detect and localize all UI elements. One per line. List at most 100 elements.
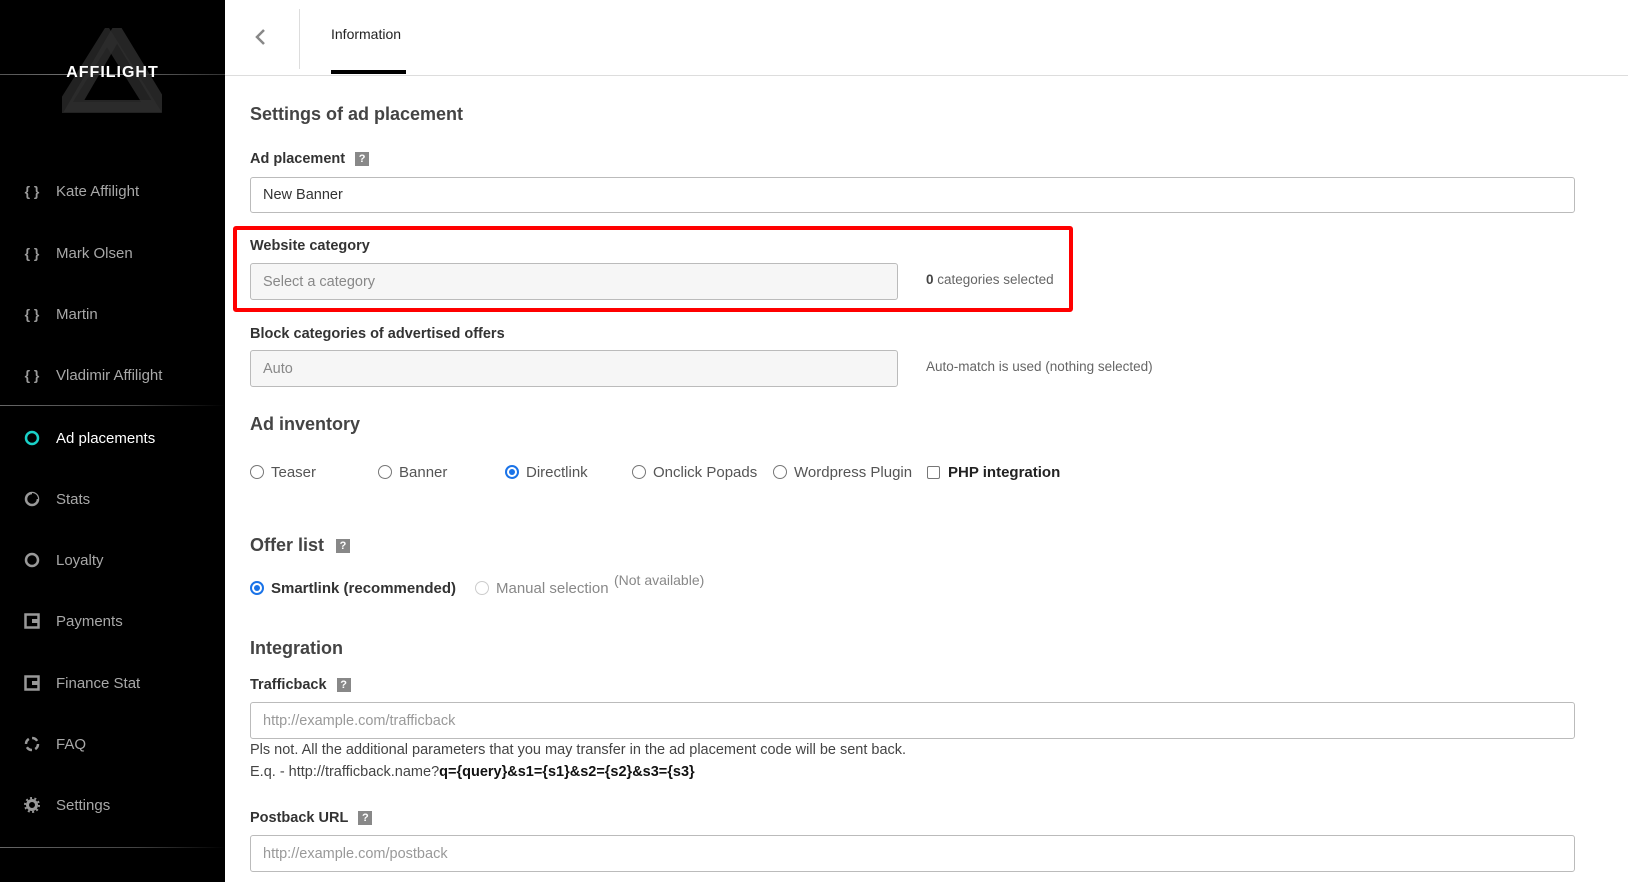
braces-icon: { } xyxy=(24,306,40,322)
block-categories-label: Block categories of advertised offers xyxy=(250,326,505,342)
gear-icon xyxy=(24,797,40,813)
sidebar-item-label: FAQ xyxy=(56,735,87,753)
radio-circle-selected[interactable] xyxy=(505,465,519,479)
topbar-divider xyxy=(299,9,300,69)
checkbox-box[interactable] xyxy=(927,465,940,479)
sidebar-item-faq[interactable]: FAQ xyxy=(0,724,225,764)
option-label: Directlink xyxy=(526,463,588,481)
sidebar-item-label: Settings xyxy=(56,796,111,814)
wallet-icon xyxy=(24,675,40,691)
lifebuoy-icon xyxy=(24,736,40,752)
trafficback-input[interactable]: http://example.com/trafficback xyxy=(250,702,1575,739)
sidebar-item-label: Finance Stat xyxy=(56,674,141,692)
section-title-settings: Settings of ad placement xyxy=(250,104,464,124)
radio-circle[interactable] xyxy=(632,465,646,479)
option-label: Wordpress Plugin xyxy=(794,463,913,481)
postback-url-label: Postback URL ? xyxy=(250,810,373,826)
option-label: Manual selection xyxy=(496,579,609,597)
website-category-label: Website category xyxy=(250,238,370,254)
radio-circle[interactable] xyxy=(250,465,264,479)
help-icon[interactable]: ? xyxy=(336,538,351,553)
radio-manual-selection: Manual selection xyxy=(475,580,609,597)
radio-circle-disabled xyxy=(475,581,489,595)
option-label: PHP integration xyxy=(948,463,1061,481)
label-text: Postback URL xyxy=(250,810,349,826)
help-icon[interactable]: ? xyxy=(336,678,351,692)
sidebar-account-mark-olsen[interactable]: { } Mark Olsen xyxy=(0,233,225,273)
title-text: Offer list xyxy=(250,535,325,555)
section-title-offer-list: Offer list ? xyxy=(250,535,351,556)
radio-circle[interactable] xyxy=(773,465,787,479)
checkbox-php-integration[interactable]: PHP integration xyxy=(927,464,1060,481)
sidebar-account-martin[interactable]: { } Martin xyxy=(0,294,225,334)
sidebar: AFFILIGHT { } Kate Affilight { } Mark Ol… xyxy=(0,0,225,882)
chevron-left-icon xyxy=(255,29,265,45)
sidebar-item-payments[interactable]: Payments xyxy=(0,601,225,641)
sidebar-item-label: Payments xyxy=(56,612,123,630)
block-categories-select[interactable]: Auto xyxy=(250,350,898,387)
radio-directlink[interactable]: Directlink xyxy=(505,464,588,481)
radio-teaser[interactable]: Teaser xyxy=(250,464,316,481)
option-label: Teaser xyxy=(271,463,317,481)
website-category-select[interactable]: Select a category xyxy=(250,263,898,300)
radio-circle-selected[interactable] xyxy=(250,581,264,595)
example-url-params: q={query}&s1={s1}&s2={s2}&s3={s3} xyxy=(439,764,695,780)
sidebar-account-kate-affilight[interactable]: { } Kate Affilight xyxy=(0,171,225,211)
option-label: Banner xyxy=(399,463,448,481)
sidebar-item-label: Ad placements xyxy=(56,429,156,447)
ad-placement-input[interactable]: New Banner xyxy=(250,177,1575,213)
radio-onclick-popads[interactable]: Onclick Popads xyxy=(632,464,757,481)
sidebar-item-label: Martin xyxy=(56,305,98,323)
postback-url-input[interactable]: http://example.com/postback xyxy=(250,835,1575,872)
count-value: 0 xyxy=(926,272,934,287)
option-label: Smartlink (recommended) xyxy=(271,579,457,597)
circle-icon xyxy=(24,430,40,446)
radio-smartlink[interactable]: Smartlink (recommended) xyxy=(250,580,456,597)
sidebar-item-label: Mark Olsen xyxy=(56,244,133,262)
sidebar-item-stats[interactable]: Stats xyxy=(0,479,225,519)
sidebar-item-label: Kate Affilight xyxy=(56,182,140,200)
option-label: Onclick Popads xyxy=(653,463,758,481)
sidebar-divider xyxy=(0,847,225,848)
pie-chart-icon xyxy=(24,491,40,507)
braces-icon: { } xyxy=(24,183,40,199)
tab-active-indicator xyxy=(331,70,406,74)
not-available-note: (Not available) xyxy=(614,572,705,588)
sidebar-item-label: Stats xyxy=(56,490,91,508)
sidebar-item-ad-placements[interactable]: Ad placements xyxy=(0,418,225,458)
help-icon[interactable]: ? xyxy=(355,152,370,166)
trafficback-note-line1: Pls not. All the additional parameters t… xyxy=(250,742,907,758)
offer-list-options: Smartlink (recommended) Manual selection… xyxy=(250,572,850,599)
sidebar-account-vladimir-affilight[interactable]: { } Vladimir Affilight xyxy=(0,355,225,395)
wallet-icon xyxy=(24,613,40,629)
circle-icon xyxy=(24,552,40,568)
section-title-ad-inventory: Ad inventory xyxy=(250,414,361,434)
braces-icon: { } xyxy=(24,245,40,261)
radio-circle[interactable] xyxy=(378,465,392,479)
count-suffix: categories selected xyxy=(933,272,1054,287)
example-url-prefix: E.q. - http://trafficback.name? xyxy=(250,764,440,780)
tab-information[interactable]: Information xyxy=(331,26,401,42)
back-button[interactable] xyxy=(245,22,275,52)
ad-placement-label: Ad placement ? xyxy=(250,151,370,167)
sidebar-item-loyalty[interactable]: Loyalty xyxy=(0,540,225,580)
sidebar-item-label: Vladimir Affilight xyxy=(56,366,163,384)
label-text: Ad placement xyxy=(250,151,346,167)
block-categories-note: Auto-match is used (nothing selected) xyxy=(926,359,1153,374)
logo[interactable]: AFFILIGHT xyxy=(0,0,225,130)
braces-icon: { } xyxy=(24,367,40,383)
categories-selected-count: 0 categories selected xyxy=(926,272,1054,287)
section-title-integration: Integration xyxy=(250,638,343,658)
help-icon[interactable]: ? xyxy=(358,811,373,825)
sidebar-divider xyxy=(0,405,225,406)
topbar: Information xyxy=(225,0,1628,76)
sidebar-item-finance-stat[interactable]: Finance Stat xyxy=(0,663,225,703)
radio-wordpress-plugin[interactable]: Wordpress Plugin xyxy=(773,464,912,481)
sidebar-item-settings[interactable]: Settings xyxy=(0,785,225,825)
radio-banner[interactable]: Banner xyxy=(378,464,447,481)
sidebar-item-label: Loyalty xyxy=(56,551,104,569)
trafficback-label: Trafficback ? xyxy=(250,677,351,693)
logo-text: AFFILIGHT xyxy=(66,64,159,81)
label-text: Trafficback xyxy=(250,677,327,693)
ad-inventory-options: Teaser Banner Directlink Onclick Popads … xyxy=(250,462,1250,482)
